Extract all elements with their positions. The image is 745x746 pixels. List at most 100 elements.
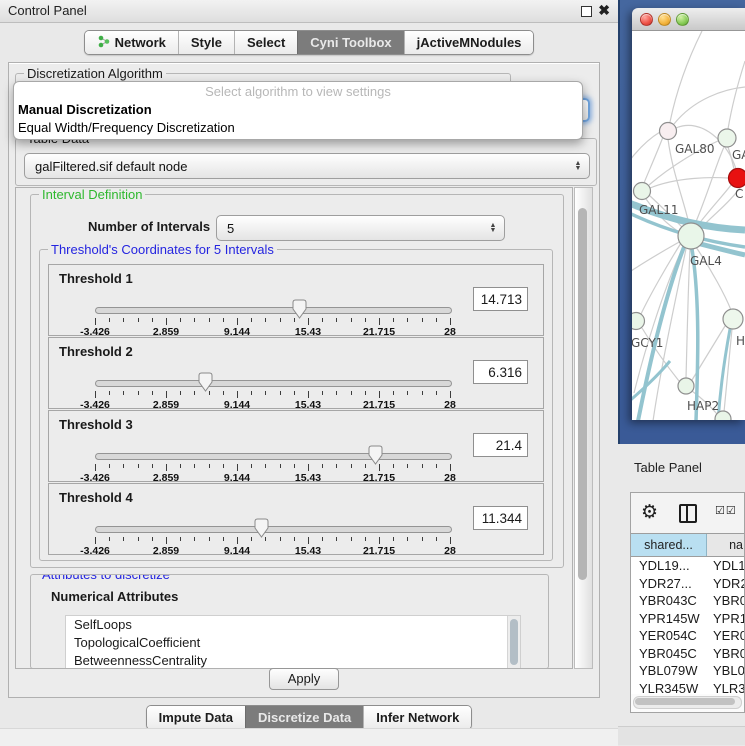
slider-thumb[interactable] <box>367 445 384 466</box>
table-data-group: Table Data galFiltered.sif default node … <box>15 138 597 186</box>
table-row[interactable]: YDR27...YDR2 <box>631 575 744 593</box>
tab-label: Select <box>247 35 285 50</box>
network-node[interactable] <box>634 183 651 200</box>
tick-mark <box>237 391 238 398</box>
main-scrollbar[interactable] <box>574 187 593 669</box>
tab-jactivemnodules[interactable]: jActiveMNodules <box>404 31 534 54</box>
tab-label: Style <box>191 35 222 50</box>
table-row[interactable]: YBL079WYBL0 <box>631 662 744 680</box>
tick-mark <box>109 464 110 468</box>
algorithm-option[interactable]: Equal Width/Frequency Discretization <box>14 119 582 137</box>
tick-mark <box>95 391 96 398</box>
threshold-slider[interactable]: -3.4262.8599.14415.4321.71528 <box>95 451 450 481</box>
table-row[interactable]: YBR043CYBR0 <box>631 592 744 610</box>
list-item[interactable]: SelfLoops <box>66 616 520 634</box>
slider-thumb[interactable] <box>253 518 270 539</box>
tab-style[interactable]: Style <box>178 31 234 54</box>
tab-cyni-toolbox[interactable]: Cyni Toolbox <box>297 31 403 54</box>
threshold-value-field[interactable]: 21.4 <box>473 433 528 457</box>
tick-label: 21.715 <box>363 545 395 557</box>
float-window-icon[interactable] <box>581 6 592 17</box>
attributes-group: Attributes to discretize Numerical Attri… <box>30 574 549 669</box>
network-edge <box>674 87 745 124</box>
minimize-traffic-light-icon[interactable] <box>658 13 671 26</box>
network-node[interactable] <box>678 378 694 394</box>
threshold-slider[interactable]: -3.4262.8599.14415.4321.71528 <box>95 378 450 408</box>
list-item[interactable]: BetweennessCentrality <box>66 652 520 669</box>
algorithm-option[interactable]: Manual Discretization <box>14 101 582 119</box>
tick-mark <box>351 318 352 322</box>
close-icon[interactable]: ✖ <box>598 2 610 19</box>
network-canvas[interactable]: GAL80GACGAL11GAL4GCY1HHAP2 <box>632 31 745 420</box>
tick-mark <box>109 391 110 395</box>
network-node[interactable] <box>718 129 736 147</box>
table-row[interactable]: YBR045CYBR0 <box>631 645 744 663</box>
threshold-slider[interactable]: -3.4262.8599.14415.4321.71528 <box>95 524 450 554</box>
network-node[interactable] <box>723 309 743 329</box>
tick-mark <box>223 391 224 395</box>
network-node[interactable] <box>678 223 704 249</box>
threshold-label: Threshold 1 <box>59 271 133 286</box>
column-header[interactable]: na <box>707 534 744 556</box>
cell-name: YDR2 <box>709 575 744 593</box>
split-columns-icon[interactable] <box>679 504 697 523</box>
table-row[interactable]: YDL19...YDL1 <box>631 557 744 575</box>
numerical-attributes-list[interactable]: SelfLoopsTopologicalCoefficientBetweenne… <box>65 615 521 669</box>
table-row[interactable]: YPR145WYPR1 <box>631 610 744 628</box>
table-row[interactable]: YER054CYER0 <box>631 627 744 645</box>
tick-mark <box>109 537 110 541</box>
network-node[interactable] <box>632 313 645 330</box>
threshold-slider[interactable]: -3.4262.8599.14415.4321.71528 <box>95 305 450 335</box>
cell-name: YBR0 <box>709 592 744 610</box>
tab-label: Impute Data <box>159 710 233 725</box>
tick-mark <box>336 537 337 541</box>
number-of-intervals-combobox[interactable]: 5 ▲▼ <box>216 215 505 241</box>
slider-track[interactable] <box>95 526 452 533</box>
slider-track[interactable] <box>95 453 452 460</box>
threshold-value-field[interactable]: 6.316 <box>473 360 528 384</box>
network-node[interactable] <box>729 169 745 188</box>
cell-shared-name: YBL079W <box>631 662 709 680</box>
apply-button[interactable]: Apply <box>269 668 339 690</box>
threshold-value-field[interactable]: 14.713 <box>473 287 528 311</box>
tab-discretize-data[interactable]: Discretize Data <box>245 706 363 729</box>
tick-mark <box>294 537 295 541</box>
table-horizontal-scrollbar[interactable] <box>633 696 742 709</box>
slider-track[interactable] <box>95 307 452 314</box>
network-edge <box>670 31 702 122</box>
network-window[interactable]: GAL80GACGAL11GAL4GCY1HHAP2 <box>632 8 745 420</box>
gear-icon[interactable]: ⚙ <box>641 501 658 523</box>
tick-mark <box>180 318 181 322</box>
table-data-combobox[interactable]: galFiltered.sif default node ▲▼ <box>24 153 590 179</box>
table-panel-body: ⚙ ☑☑ shared...na YDL19...YDL1YDR27...YDR… <box>630 492 745 713</box>
slider-thumb[interactable] <box>291 299 308 320</box>
tab-infer-network[interactable]: Infer Network <box>363 706 471 729</box>
tick-mark <box>194 318 195 322</box>
slider-thumb[interactable] <box>197 372 214 393</box>
tab-impute-data[interactable]: Impute Data <box>147 706 245 729</box>
tick-mark <box>138 318 139 322</box>
threshold-value-field[interactable]: 11.344 <box>473 506 528 530</box>
stepper-arrows-icon[interactable]: ▲▼ <box>486 223 500 233</box>
settings-scroll-area: Interval Definition Number of Intervals … <box>15 187 573 669</box>
zoom-traffic-light-icon[interactable] <box>676 13 689 26</box>
network-window-titlebar[interactable] <box>632 8 745 31</box>
tick-mark <box>336 391 337 395</box>
tick-mark <box>436 318 437 322</box>
column-header[interactable]: shared... <box>631 534 707 556</box>
tick-mark <box>407 391 408 395</box>
table-row[interactable]: YLR345WYLR3 <box>631 680 744 695</box>
group-title: Interval Definition <box>39 187 145 202</box>
attributes-scrollbar[interactable] <box>507 616 520 669</box>
list-item[interactable]: TopologicalCoefficient <box>66 634 520 652</box>
top-tab-bar: Network Style Select Cyni ToolboxjActiveMNo… <box>0 30 618 55</box>
checkbox-columns-icon[interactable]: ☑☑ <box>715 504 737 517</box>
tab-network[interactable]: Network <box>85 31 178 54</box>
tick-mark <box>351 464 352 468</box>
close-traffic-light-icon[interactable] <box>640 13 653 26</box>
stepper-arrows-icon[interactable]: ▲▼ <box>571 161 585 171</box>
tab-select[interactable]: Select <box>234 31 297 54</box>
network-node[interactable] <box>660 123 677 140</box>
slider-track[interactable] <box>95 380 452 387</box>
tick-mark <box>209 537 210 541</box>
